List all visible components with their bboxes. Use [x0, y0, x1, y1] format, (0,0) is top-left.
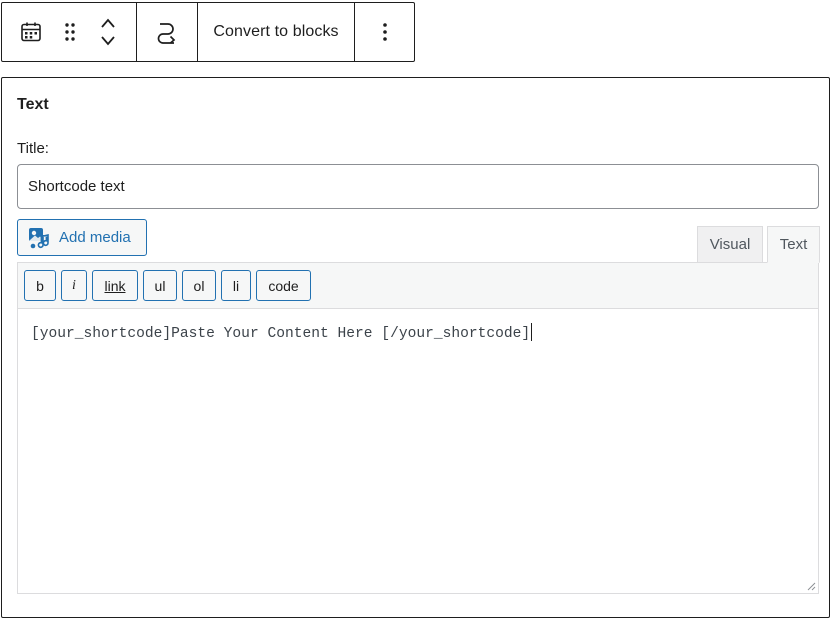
block-type-button[interactable]: [2, 3, 60, 61]
more-options-group: [355, 3, 414, 61]
convert-to-blocks-button[interactable]: Convert to blocks: [198, 3, 354, 61]
more-vertical-icon: [382, 23, 387, 41]
drag-handle-icon: [64, 23, 75, 41]
content-textarea[interactable]: [your_shortcode]Paste Your Content Here …: [18, 309, 818, 593]
transform-icon: [157, 23, 176, 44]
quicktag-bold-button[interactable]: b: [24, 270, 56, 301]
transform-group: [137, 3, 198, 61]
chevron-up-icon[interactable]: [99, 16, 117, 30]
title-field-label: Title:: [17, 140, 49, 157]
title-input[interactable]: [17, 164, 819, 209]
block-toolbar: Convert to blocks: [1, 2, 415, 62]
text-editor: b i link ul ol li code [your_shortcode]P…: [17, 262, 819, 594]
widget-title: Text: [17, 96, 49, 113]
transform-button[interactable]: [137, 3, 197, 61]
tab-text[interactable]: Text: [767, 226, 820, 263]
tab-visual[interactable]: Visual: [697, 226, 763, 263]
convert-group: Convert to blocks: [198, 3, 355, 61]
more-options-button[interactable]: [355, 3, 414, 61]
add-media-label: Add media: [59, 229, 131, 246]
convert-to-blocks-label: Convert to blocks: [213, 23, 339, 40]
quicktag-code-button[interactable]: code: [256, 270, 311, 301]
calendar-icon: [20, 22, 41, 42]
media-icon: [28, 227, 50, 249]
quicktag-italic-button[interactable]: i: [61, 270, 87, 301]
text-widget-panel: Text Title: Add media Visual Text b i li…: [1, 77, 830, 618]
content-text: [your_shortcode]Paste Your Content Here …: [31, 326, 531, 342]
quicktags-toolbar: b i link ul ol li code: [18, 263, 818, 309]
drag-handle-button[interactable]: [60, 3, 80, 61]
quicktag-link-button[interactable]: link: [92, 270, 138, 301]
chevron-down-icon[interactable]: [99, 34, 117, 48]
text-caret: [531, 323, 533, 341]
move-buttons: [79, 3, 136, 61]
resize-grip-icon[interactable]: [806, 581, 816, 591]
add-media-button[interactable]: Add media: [17, 219, 147, 256]
block-toolbar-group-main: [2, 3, 137, 61]
quicktag-li-button[interactable]: li: [221, 270, 251, 301]
quicktag-ul-button[interactable]: ul: [143, 270, 177, 301]
quicktag-ol-button[interactable]: ol: [182, 270, 216, 301]
